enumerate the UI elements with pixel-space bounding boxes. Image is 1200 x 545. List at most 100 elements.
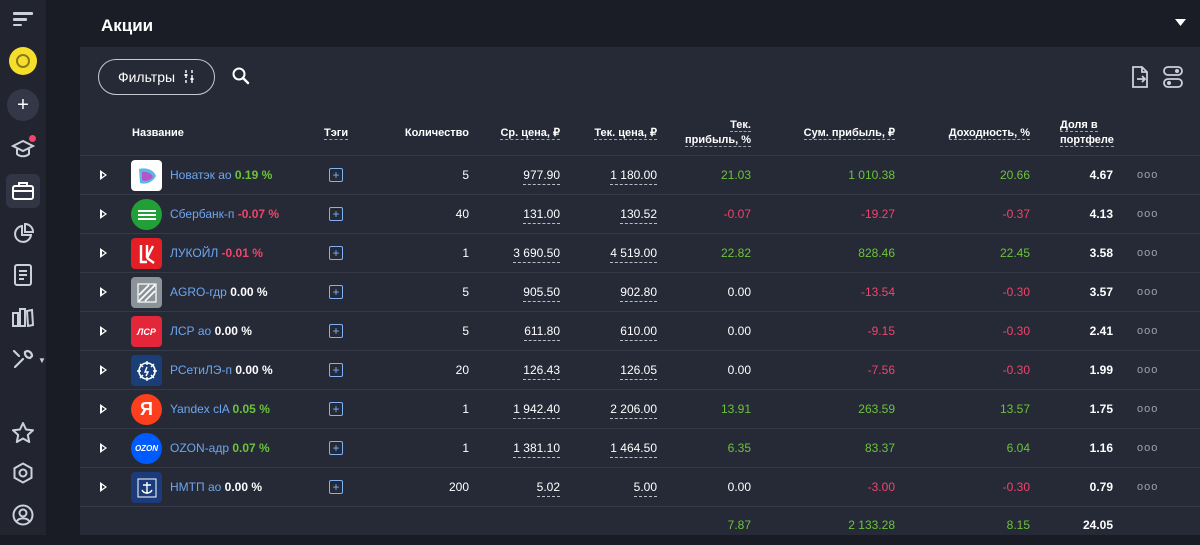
- table-row[interactable]: РСетиЛЭ-п 0.00 % +20 126.43 126.05 0.00 -7.56…: [80, 351, 1200, 390]
- table-row[interactable]: НМТП ао 0.00 % +200 5.02 5.00 0.00 -3.00 -0.30…: [80, 468, 1200, 507]
- expand-triangle-icon[interactable]: [100, 170, 107, 180]
- expand-triangle-icon[interactable]: [100, 404, 107, 414]
- col-quantity[interactable]: Количество: [405, 126, 469, 141]
- current-price[interactable]: 2 206.00: [610, 390, 657, 428]
- toggle-settings-icon[interactable]: [1163, 66, 1183, 88]
- current-price[interactable]: 1 180.00: [610, 156, 657, 194]
- current-price[interactable]: 126.05: [620, 351, 657, 389]
- col-current-price[interactable]: Тек. цена, ₽: [594, 126, 657, 141]
- avg-price[interactable]: 131.00: [523, 195, 560, 233]
- avg-price[interactable]: 5.02: [536, 468, 560, 506]
- sum-profit: -19.27: [860, 207, 895, 221]
- sidebar-item-settings[interactable]: [6, 456, 40, 490]
- tools-icon: [12, 349, 34, 369]
- current-price[interactable]: 130.52: [620, 195, 657, 233]
- add-tag-icon[interactable]: +: [329, 363, 343, 377]
- expand-triangle-icon[interactable]: [100, 326, 107, 336]
- search-icon[interactable]: [232, 67, 250, 85]
- instrument-name[interactable]: Сбербанк-п -0.07 %: [170, 195, 279, 233]
- quantity: 200: [448, 480, 469, 494]
- sidebar-item-tools[interactable]: [6, 342, 40, 376]
- add-tag-icon[interactable]: +: [329, 168, 343, 182]
- expand-triangle-icon[interactable]: [100, 248, 107, 258]
- row-actions-icon[interactable]: ooo: [1137, 468, 1158, 506]
- table-row[interactable]: AGRO-гдр 0.00 % +5 905.50 902.80 0.00 -13.54 -…: [80, 273, 1200, 312]
- section-header[interactable]: Акции: [80, 0, 1200, 47]
- expand-triangle-icon[interactable]: [100, 482, 107, 492]
- add-tag-icon[interactable]: +: [329, 480, 343, 494]
- row-actions-icon[interactable]: ooo: [1137, 156, 1158, 194]
- col-tags[interactable]: Тэги: [324, 126, 349, 141]
- col-name[interactable]: Название: [132, 126, 184, 141]
- filters-button[interactable]: Фильтры: [98, 59, 215, 95]
- row-actions-icon[interactable]: ooo: [1137, 390, 1158, 428]
- instrument-name[interactable]: OZON-адр 0.07 %: [170, 429, 270, 467]
- instrument-name[interactable]: РСетиЛЭ-п 0.00 %: [170, 351, 273, 389]
- avg-price[interactable]: 3 690.50: [513, 234, 560, 272]
- avg-price[interactable]: 905.50: [523, 273, 560, 311]
- quantity: 1: [462, 246, 469, 260]
- current-price[interactable]: 5.00: [633, 468, 657, 506]
- menu-icon[interactable]: [6, 2, 40, 36]
- add-portfolio-button[interactable]: +: [6, 88, 40, 122]
- instrument-name[interactable]: Yandex clA 0.05 %: [170, 390, 270, 428]
- avatar-icon: [9, 47, 37, 75]
- sidebar-item-profile[interactable]: [6, 498, 40, 532]
- caret-down-icon[interactable]: [1175, 19, 1186, 27]
- star-icon: [12, 422, 34, 443]
- sidebar-item-analytics[interactable]: [6, 217, 40, 251]
- table-row[interactable]: Я Yandex clA 0.05 % +1 1 942.40 2 206.00 13.9…: [80, 390, 1200, 429]
- current-price[interactable]: 902.80: [620, 273, 657, 311]
- add-tag-icon[interactable]: +: [329, 402, 343, 416]
- table-row[interactable]: ЛСР ЛСР ао 0.00 % +5 611.80 610.00 0.00 -9.15 -…: [80, 312, 1200, 351]
- sidebar-item-documents[interactable]: [6, 258, 40, 292]
- sidebar-item-portfolio[interactable]: [6, 174, 40, 208]
- row-actions-icon[interactable]: ooo: [1137, 312, 1158, 350]
- table-row[interactable]: Новатэк ао 0.19 % +5 977.90 1 180.00 21.03 1 …: [80, 156, 1200, 195]
- add-tag-icon[interactable]: +: [329, 285, 343, 299]
- instrument-name[interactable]: ЛСР ао 0.00 %: [170, 312, 252, 350]
- col-yield[interactable]: Доходность, %: [948, 126, 1030, 141]
- col-avg-price[interactable]: Ср. цена, ₽: [500, 126, 560, 141]
- expand-triangle-icon[interactable]: [100, 209, 107, 219]
- instrument-name[interactable]: AGRO-гдр 0.00 %: [170, 273, 268, 311]
- avg-price[interactable]: 1 942.40: [513, 390, 560, 428]
- table-row[interactable]: OZON OZON-адр 0.07 % +1 1 381.10 1 464.50 6.3…: [80, 429, 1200, 468]
- row-actions-icon[interactable]: ooo: [1137, 429, 1158, 467]
- add-tag-icon[interactable]: +: [329, 324, 343, 338]
- export-icon[interactable]: [1131, 66, 1149, 88]
- avg-price[interactable]: 977.90: [523, 156, 560, 194]
- total-yield: 8.15: [1006, 518, 1030, 532]
- current-price[interactable]: 4 519.00: [610, 234, 657, 272]
- table-row[interactable]: ЛУКОЙЛ -0.01 % +1 3 690.50 4 519.00 22.82 828…: [80, 234, 1200, 273]
- expand-triangle-icon[interactable]: [100, 443, 107, 453]
- add-tag-icon[interactable]: +: [329, 246, 343, 260]
- instrument-name[interactable]: ЛУКОЙЛ -0.01 %: [170, 234, 263, 272]
- col-current-profit[interactable]: Тек. прибыль, %: [685, 118, 751, 148]
- avg-price[interactable]: 1 381.10: [513, 429, 560, 467]
- portfolio-share: 4.67: [1089, 168, 1113, 182]
- expand-triangle-icon[interactable]: [100, 365, 107, 375]
- yield: -0.37: [1002, 207, 1030, 221]
- expand-triangle-icon[interactable]: [100, 287, 107, 297]
- col-portfolio-share[interactable]: Доля в портфеле: [1060, 118, 1114, 148]
- row-actions-icon[interactable]: ooo: [1137, 195, 1158, 233]
- row-actions-icon[interactable]: ooo: [1137, 351, 1158, 389]
- avg-price[interactable]: 611.80: [524, 312, 560, 350]
- col-sum-profit[interactable]: Сум. прибыль, ₽: [803, 126, 895, 141]
- current-price[interactable]: 1 464.50: [610, 429, 657, 467]
- avg-price[interactable]: 126.43: [523, 351, 560, 389]
- sidebar-item-favorites[interactable]: [6, 415, 40, 449]
- page-title: Акции: [101, 16, 154, 35]
- row-actions-icon[interactable]: ooo: [1137, 273, 1158, 311]
- sidebar-item-education[interactable]: [6, 132, 40, 166]
- avatar[interactable]: [6, 44, 40, 78]
- current-price[interactable]: 610.00: [620, 312, 657, 350]
- add-tag-icon[interactable]: +: [329, 441, 343, 455]
- instrument-name[interactable]: Новатэк ао 0.19 %: [170, 156, 272, 194]
- add-tag-icon[interactable]: +: [329, 207, 343, 221]
- sidebar-item-library[interactable]: [6, 300, 40, 334]
- instrument-name[interactable]: НМТП ао 0.00 %: [170, 468, 262, 506]
- table-row[interactable]: Сбербанк-п -0.07 % +40 131.00 130.52 -0.07 -1…: [80, 195, 1200, 234]
- row-actions-icon[interactable]: ooo: [1137, 234, 1158, 272]
